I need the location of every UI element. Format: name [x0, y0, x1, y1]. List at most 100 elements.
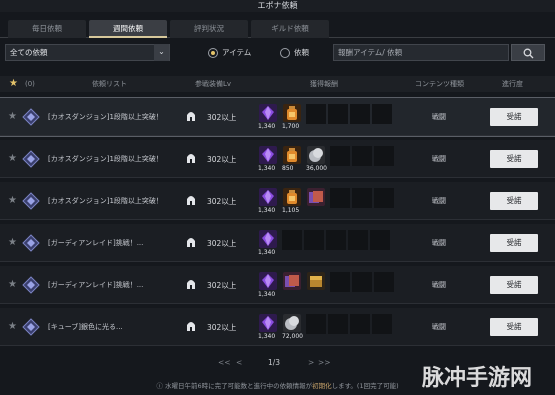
empty-reward-slot	[372, 314, 392, 334]
content-type: 戦闘	[432, 113, 446, 121]
search-button[interactable]	[511, 44, 545, 61]
next-page-icon[interactable]: >	[308, 358, 314, 367]
empty-reward-slot	[350, 104, 370, 124]
helmet-icon	[186, 152, 196, 166]
radio-quest[interactable]: 依頼	[280, 47, 309, 58]
quest-name: [ガーディアンレイド]挑戦！...	[48, 281, 144, 289]
reward-item[interactable]	[306, 271, 328, 297]
helmet-icon	[186, 320, 196, 334]
table-row[interactable]: ★ [カオスダンジョン]1段階以上突破！ 302以上 1,340 1,105 戦闘 受諾	[0, 182, 555, 220]
helmet-icon	[186, 278, 196, 292]
quest-emblem-icon	[22, 150, 40, 168]
required-level: 302以上	[207, 239, 237, 248]
reward-list: 1,340	[258, 229, 390, 256]
purple-crystal-icon	[259, 272, 277, 290]
reward-item[interactable]: 850	[282, 145, 304, 172]
tab-4[interactable]: ギルド依頼	[251, 20, 329, 38]
favorite-star-icon[interactable]: ★	[8, 279, 17, 290]
table-row[interactable]: ★ [カオスダンジョン]1段階以上突破！ 302以上 1,340 1,700 戦闘 受諾	[0, 97, 555, 137]
quest-emblem-icon	[22, 192, 40, 210]
quest-emblem-icon	[22, 276, 40, 294]
table-row[interactable]: ★ [カオスダンジョン]1段階以上突破！ 302以上 1,340 850 36,000 戦闘…	[0, 140, 555, 178]
header-list: 依頼リスト	[92, 80, 127, 88]
radio-item[interactable]: アイテム	[208, 47, 251, 58]
reward-item[interactable]: 1,340	[258, 145, 280, 172]
empty-reward-slot	[372, 104, 392, 124]
empty-reward-slot	[374, 146, 394, 166]
reward-item[interactable]: 1,340	[258, 229, 280, 256]
reward-count: 1,340	[258, 333, 276, 340]
accept-button[interactable]: 受諾	[490, 276, 538, 294]
last-page-icon[interactable]: >>	[318, 358, 331, 367]
footer-text-highlight: 初期化	[312, 382, 332, 390]
chevron-down-icon[interactable]: ⌄	[154, 44, 169, 61]
empty-reward-slot	[370, 230, 390, 250]
helmet-icon	[186, 236, 196, 250]
reward-count: 1,340	[258, 165, 276, 172]
empty-reward-slot	[328, 314, 348, 334]
empty-reward-slot	[348, 230, 368, 250]
first-page-icon[interactable]: <<	[218, 358, 231, 367]
table-row[interactable]: ★ [ガーディアンレイド]挑戦！... 302以上 1,340 戦闘 受諾	[0, 266, 555, 304]
empty-reward-slot	[326, 230, 346, 250]
favorite-star-icon[interactable]: ★	[8, 237, 17, 248]
radio-quest-label: 依頼	[294, 48, 309, 57]
reward-item[interactable]: 1,340	[258, 103, 280, 130]
reward-count: 1,340	[258, 249, 276, 256]
table-row[interactable]: ★ [キューブ]銀色に光る... 302以上 1,340 72,000 戦闘 受諾	[0, 308, 555, 346]
accept-button[interactable]: 受諾	[490, 234, 538, 252]
header-level: 参戦装備Lv	[195, 80, 232, 88]
reward-count: 72,000	[282, 333, 303, 340]
window-title: エポナ依頼	[0, 0, 555, 12]
favorite-star-icon[interactable]: ★	[8, 195, 17, 206]
reward-list: 1,340	[258, 271, 394, 298]
header-progress: 進行度	[502, 80, 523, 88]
reward-item[interactable]: 36,000	[306, 145, 328, 172]
tab-1[interactable]: 毎日依頼	[8, 20, 86, 38]
reward-item[interactable]: 1,340	[258, 271, 280, 298]
search-icon	[523, 48, 534, 59]
empty-reward-slot	[352, 188, 372, 208]
empty-reward-slot	[352, 272, 372, 292]
gold-chest-icon	[307, 272, 325, 290]
quest-name: [カオスダンジョン]1段階以上突破！	[48, 197, 163, 205]
reward-item[interactable]: 1,105	[282, 187, 304, 214]
radio-quest-dot[interactable]	[280, 47, 290, 58]
favorite-star-icon[interactable]: ★	[8, 111, 17, 122]
reward-item[interactable]	[306, 187, 328, 213]
favorite-star-icon[interactable]: ★	[8, 153, 17, 164]
accept-button[interactable]: 受諾	[490, 192, 538, 210]
content-type: 戦闘	[432, 197, 446, 205]
accept-button[interactable]: 受諾	[490, 150, 538, 168]
required-level: 302以上	[207, 113, 237, 122]
reward-item[interactable]	[282, 271, 304, 297]
required-level: 302以上	[207, 323, 237, 332]
favorite-star-icon[interactable]: ★	[8, 321, 17, 332]
radio-item-dot[interactable]	[208, 47, 218, 58]
reward-item[interactable]: 1,340	[258, 187, 280, 214]
reward-item[interactable]: 1,700	[282, 103, 304, 130]
table-row[interactable]: ★ [ガーディアンレイド]挑戦！... 302以上 1,340 戦闘 受諾	[0, 224, 555, 262]
reward-count: 1,340	[258, 207, 276, 214]
quest-emblem-icon	[22, 318, 40, 336]
reward-list: 1,340 72,000	[258, 313, 392, 340]
content-type: 戦闘	[432, 323, 446, 331]
reward-count: 1,105	[282, 207, 300, 214]
empty-reward-slot	[374, 272, 394, 292]
tab-3[interactable]: 評判状況	[170, 20, 248, 38]
tab-2[interactable]: 週間依頼	[89, 20, 167, 38]
accept-button[interactable]: 受諾	[490, 108, 538, 126]
quest-name: [カオスダンジョン]1段階以上突破！	[48, 155, 163, 163]
empty-reward-slot	[330, 272, 350, 292]
purple-crystal-icon	[259, 314, 277, 332]
reward-item[interactable]: 72,000	[282, 313, 304, 340]
reward-item[interactable]: 1,340	[258, 313, 280, 340]
footer-text-before: 水曜日午前6時に完了可能数と進行中の依頼情報が	[164, 382, 313, 390]
quest-filter-select[interactable]: 全ての依頼 ⌄	[5, 44, 170, 61]
favorite-star-icon[interactable]: ★	[9, 76, 18, 92]
reward-count: 850	[282, 165, 294, 172]
prev-page-icon[interactable]: <	[236, 358, 242, 367]
accept-button[interactable]: 受諾	[490, 318, 538, 336]
favorite-count: (0)	[25, 80, 35, 88]
search-input[interactable]: 報酬アイテム/ 依頼	[333, 44, 509, 61]
